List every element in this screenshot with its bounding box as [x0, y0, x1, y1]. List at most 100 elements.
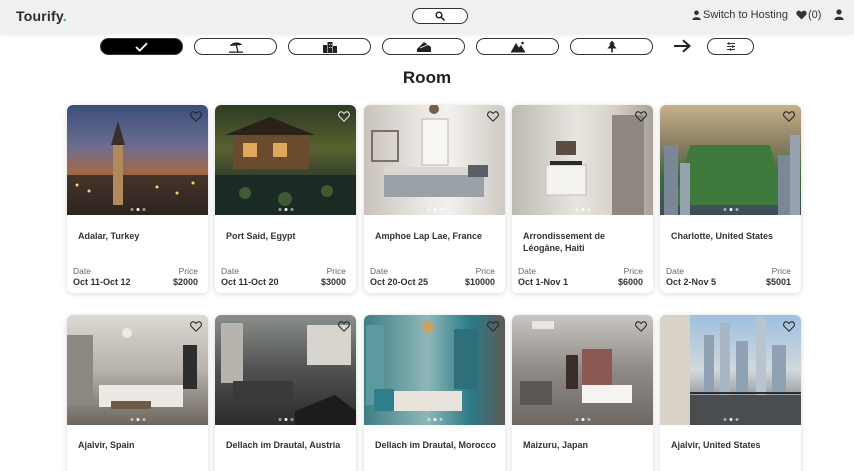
listing-price: $2000 [172, 277, 198, 287]
listing-photo-scene [221, 323, 356, 425]
listing-photo[interactable] [67, 105, 208, 215]
listing-photo-scene [67, 328, 197, 409]
brand-logo[interactable]: Tourify. [16, 8, 67, 24]
listing-photo[interactable] [364, 105, 505, 215]
listing-photo[interactable] [512, 105, 653, 215]
favorites-link[interactable]: (0) [796, 9, 821, 21]
carousel-dots [427, 208, 442, 211]
carousel-dots [575, 418, 590, 421]
listing-photo[interactable] [215, 315, 356, 425]
carousel-dots [278, 208, 293, 211]
listing-date: Oct 20-Oct 25 [370, 277, 429, 287]
category-all-button[interactable] [100, 38, 183, 55]
listing-photo[interactable] [67, 315, 208, 425]
listing-card[interactable]: Ajalvir, United States [660, 315, 801, 471]
listing-date: Oct 2-Nov 5 [666, 277, 717, 287]
listing-card[interactable]: Dellach im Drautal, Austria [215, 315, 356, 471]
mountain-icon [510, 41, 525, 52]
listing-location: Dellach im Drautal, Austria [226, 440, 341, 450]
search-button[interactable] [412, 8, 468, 24]
category-beach-button[interactable] [194, 38, 277, 55]
carousel-dots [723, 208, 738, 211]
listing-photo-scene [215, 117, 356, 215]
listing-photo-scene [67, 121, 208, 215]
listing-card[interactable]: Port Said, Egypt Date Price Oct 11-Oct 2… [215, 105, 356, 293]
date-label: Date [221, 266, 239, 276]
date-label: Date [518, 266, 536, 276]
favorite-heart-icon[interactable] [338, 321, 350, 332]
listing-price: $5001 [765, 277, 791, 287]
carousel-dots [427, 418, 442, 421]
listing-photo-scene [660, 315, 801, 425]
brand-name: Tourify [16, 8, 63, 24]
carousel-dots [130, 208, 145, 211]
listing-photo[interactable] [364, 315, 505, 425]
listing-card[interactable]: Arrondissement de Léogâne, Haiti Date Pr… [512, 105, 653, 293]
listing-photo[interactable] [215, 105, 356, 215]
listing-photo[interactable] [660, 315, 801, 425]
date-label: Date [370, 266, 388, 276]
user-icon [692, 10, 701, 20]
listing-photo-scene [664, 135, 800, 215]
favorite-heart-icon[interactable] [190, 321, 202, 332]
favorite-heart-icon[interactable] [783, 111, 795, 122]
favorite-heart-icon[interactable] [635, 111, 647, 122]
category-forest-button[interactable] [570, 38, 653, 55]
listing-location: Dellach im Drautal, Morocco [375, 440, 497, 450]
beach-icon [228, 41, 243, 53]
listing-date: Oct 11-Oct 20 [221, 277, 279, 287]
favorites-count: (0) [808, 9, 822, 21]
category-filter-bar [0, 33, 854, 63]
favorite-heart-icon[interactable] [487, 111, 499, 122]
listing-location: Charlotte, United States [671, 231, 774, 241]
listing-location: Arrondissement de Léogâne, Haiti [523, 231, 606, 253]
listing-price: $3000 [320, 277, 346, 287]
listing-date: Oct 11-Oct 12 [73, 277, 131, 287]
listing-location: Ajalvir, United States [671, 440, 761, 450]
favorite-heart-icon[interactable] [487, 321, 499, 332]
listing-card[interactable]: Charlotte, United States Date Price Oct … [660, 105, 801, 293]
listing-price: $10000 [464, 277, 495, 287]
forest-icon [607, 40, 616, 53]
switch-to-hosting-label: Switch to Hosting [703, 9, 788, 21]
carousel-dots [278, 418, 293, 421]
brand-dot: . [62, 8, 67, 24]
listing-card[interactable]: Dellach im Drautal, Morocco [364, 315, 505, 471]
top-nav-bar: Tourify. Switch to Hosting (0) [0, 0, 854, 33]
section-title: Room [402, 68, 452, 87]
favorite-heart-icon[interactable] [190, 111, 202, 122]
listing-photo-scene [545, 115, 644, 215]
category-cabin-button[interactable] [382, 38, 465, 55]
listing-card[interactable]: Maizuru, Japan [512, 315, 653, 471]
listing-card[interactable]: Amphoe Lap Lae, France Date Price Oct 20… [364, 105, 505, 293]
listing-card[interactable]: Adalar, Turkey Date Price Oct 11-Oct 12 … [67, 105, 208, 293]
cabin-icon [416, 41, 431, 52]
carousel-dots [723, 418, 738, 421]
category-city-button[interactable] [288, 38, 371, 55]
favorite-heart-icon[interactable] [783, 321, 795, 332]
switch-to-hosting-link[interactable]: Switch to Hosting [692, 9, 788, 21]
filters-button[interactable] [707, 38, 754, 55]
listing-photo-scene [371, 105, 488, 197]
price-label: Price [326, 266, 346, 276]
listing-location: Amphoe Lap Lae, France [375, 231, 483, 241]
favorite-heart-icon[interactable] [338, 111, 350, 122]
date-label: Date [73, 266, 91, 276]
date-label: Date [666, 266, 684, 276]
listing-card[interactable]: Ajalvir, Spain [67, 315, 208, 471]
arrow-right-icon[interactable] [673, 39, 691, 53]
search-icon [435, 11, 445, 21]
listing-photo[interactable] [512, 315, 653, 425]
profile-icon[interactable] [834, 9, 844, 20]
listing-price: $6000 [617, 277, 643, 287]
check-icon [135, 42, 148, 52]
listing-location: Port Said, Egypt [226, 231, 296, 241]
category-mountain-button[interactable] [476, 38, 559, 55]
sliders-icon [726, 42, 735, 51]
listing-location: Maizuru, Japan [523, 440, 589, 450]
favorite-heart-icon[interactable] [635, 321, 647, 332]
listing-location: Adalar, Turkey [78, 231, 140, 241]
listing-photo[interactable] [660, 105, 801, 215]
price-label: Price [178, 266, 198, 276]
listing-photo-scene [366, 321, 478, 411]
